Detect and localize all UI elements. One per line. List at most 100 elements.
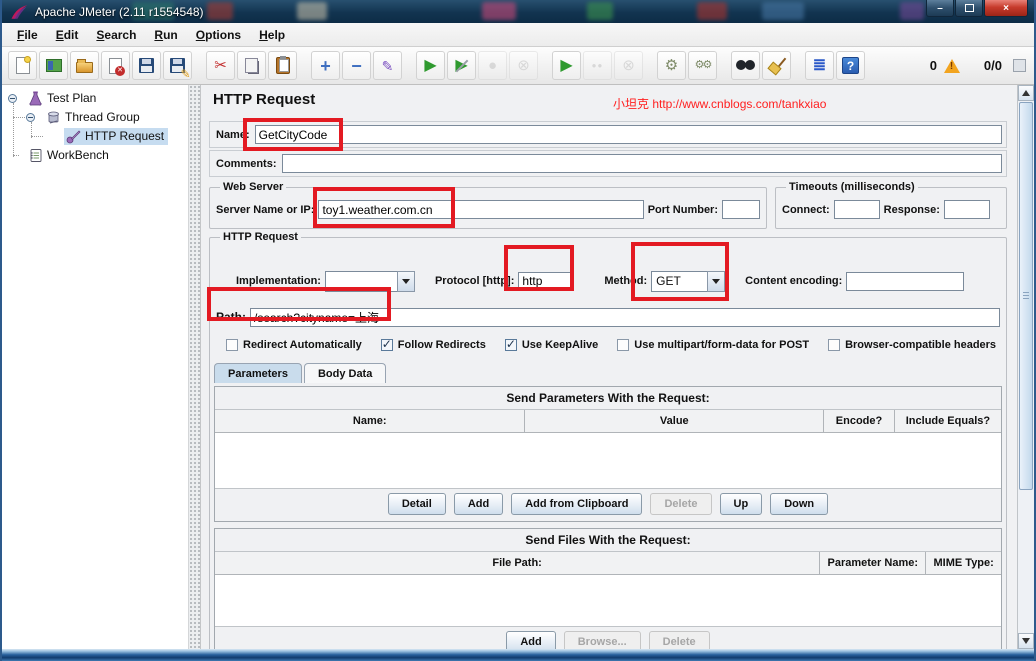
http-request-panel: HTTP Request 小坦克 http://www.cnblogs.com/… [201, 85, 1017, 649]
implementation-select[interactable] [325, 271, 415, 292]
comments-input[interactable] [282, 154, 1002, 173]
search-reset-icon [768, 57, 785, 74]
search-reset-button[interactable] [762, 51, 791, 80]
shutdown-icon: ⊗ [514, 56, 534, 76]
function-helper-button[interactable]: ≣ [805, 51, 834, 80]
method-select[interactable]: GET [651, 271, 725, 292]
jmeter-window: Apache JMeter (2.11 r1554548) – × File E… [0, 0, 1036, 661]
response-timeout-input[interactable] [944, 200, 990, 219]
open-button[interactable] [70, 51, 99, 80]
warning-icon[interactable] [944, 59, 960, 73]
cut-button[interactable]: ✂ [206, 51, 235, 80]
browser-headers-checkbox[interactable] [828, 339, 840, 351]
menu-file[interactable]: File [8, 25, 47, 45]
tab-body-data[interactable]: Body Data [304, 363, 386, 383]
tree-item-thread-group[interactable]: Thread Group [46, 108, 140, 126]
response-timeout-label: Response: [884, 204, 940, 216]
close-button[interactable]: × [984, 0, 1028, 17]
window-title: Apache JMeter (2.11 r1554548) [35, 5, 204, 19]
server-input[interactable] [318, 200, 643, 219]
menu-search[interactable]: Search [87, 25, 145, 45]
add-parameter-button[interactable]: Add [454, 493, 503, 515]
start-no-pauses-button[interactable]: ▶ [447, 51, 476, 80]
page-title: HTTP Request [213, 91, 315, 108]
templates-button[interactable] [39, 51, 68, 80]
files-table-title: Send Files With the Request: [215, 529, 1001, 552]
new-button[interactable] [8, 51, 37, 80]
open-folder-icon [76, 62, 93, 73]
redirect-automatically-checkbox[interactable] [226, 339, 238, 351]
watermark-text: 小坦克 http://www.cnblogs.com/tankxiao [613, 95, 826, 112]
connect-timeout-label: Connect: [782, 204, 830, 216]
desktop-glass-blob [697, 2, 727, 20]
test-plan-tree: Test Plan Thread Group HTTP Request [2, 85, 188, 649]
down-button[interactable]: Down [770, 493, 828, 515]
clear-all-button[interactable]: ⚙⚙ [688, 51, 717, 80]
paste-button[interactable] [268, 51, 297, 80]
multipart-checkbox[interactable] [617, 339, 629, 351]
menu-options[interactable]: Options [187, 25, 250, 45]
toggle-button[interactable]: ✎ [373, 51, 402, 80]
scroll-up-button[interactable] [1018, 85, 1034, 101]
scroll-down-button[interactable] [1018, 633, 1034, 649]
window-bottom-frame [2, 649, 1034, 661]
thread-indicator-box [1013, 59, 1026, 72]
tree-guide [13, 117, 25, 118]
save-button[interactable] [132, 51, 161, 80]
server-label: Server Name or IP: [216, 204, 314, 216]
start-button[interactable]: ▶ [416, 51, 445, 80]
expand-handle-test-plan[interactable] [8, 94, 17, 103]
up-button[interactable]: Up [720, 493, 763, 515]
detail-button[interactable]: Detail [388, 493, 446, 515]
implementation-dropdown-arrow[interactable] [397, 271, 415, 292]
copy-button[interactable] [237, 51, 266, 80]
help-icon: ? [842, 57, 859, 74]
splitter-handle[interactable] [188, 85, 201, 649]
workbench-icon [28, 148, 43, 163]
option-multipart: Use multipart/form-data for POST [617, 339, 809, 351]
remote-start-button[interactable]: ▶ [552, 51, 581, 80]
follow-redirects-checkbox[interactable] [381, 339, 393, 351]
collapse-all-button[interactable]: − [342, 51, 371, 80]
menu-help[interactable]: Help [250, 25, 294, 45]
help-button[interactable]: ? [836, 51, 865, 80]
close-file-button[interactable] [101, 51, 130, 80]
cut-icon: ✂ [211, 56, 231, 76]
tree-item-http-request[interactable]: HTTP Request [64, 127, 168, 145]
path-input[interactable] [250, 308, 1000, 327]
file-col-parameter-name: Parameter Name: [820, 552, 926, 574]
save-as-button[interactable]: ✎ [163, 51, 192, 80]
method-dropdown-arrow[interactable] [707, 271, 725, 292]
parameters-table-body[interactable] [215, 433, 1001, 489]
maximize-button[interactable] [955, 0, 983, 17]
clear-button[interactable]: ⚙ [657, 51, 686, 80]
comments-row: Comments: [209, 150, 1007, 177]
files-table-body[interactable] [215, 575, 1001, 627]
desktop-glass-blob [762, 2, 804, 20]
menu-edit[interactable]: Edit [47, 25, 88, 45]
use-keepalive-checkbox[interactable] [505, 339, 517, 351]
start-icon: ▶ [421, 56, 441, 76]
expand-all-button[interactable]: + [311, 51, 340, 80]
expand-handle-thread-group[interactable] [26, 113, 35, 122]
port-input[interactable] [722, 200, 760, 219]
add-file-button[interactable]: Add [506, 631, 555, 649]
name-input[interactable] [255, 125, 1002, 144]
jmeter-feather-icon [10, 4, 28, 20]
minimize-button[interactable]: – [926, 0, 954, 17]
protocol-input[interactable] [518, 272, 574, 291]
add-from-clipboard-button[interactable]: Add from Clipboard [511, 493, 642, 515]
error-count: 0 [930, 58, 937, 73]
scrollbar-thumb[interactable] [1019, 102, 1033, 490]
content-encoding-input[interactable] [846, 272, 964, 291]
tree-item-test-plan[interactable]: Test Plan [28, 89, 96, 107]
menu-run[interactable]: Run [145, 25, 186, 45]
path-label: Path: [216, 310, 246, 324]
tab-parameters[interactable]: Parameters [214, 363, 302, 383]
search-button[interactable] [731, 51, 760, 80]
clear-icon: ⚙ [662, 56, 682, 76]
vertical-scrollbar[interactable] [1017, 85, 1034, 649]
tree-item-workbench[interactable]: WorkBench [28, 146, 109, 164]
remote-stop-icon: ⊗ [619, 56, 639, 76]
connect-timeout-input[interactable] [834, 200, 880, 219]
